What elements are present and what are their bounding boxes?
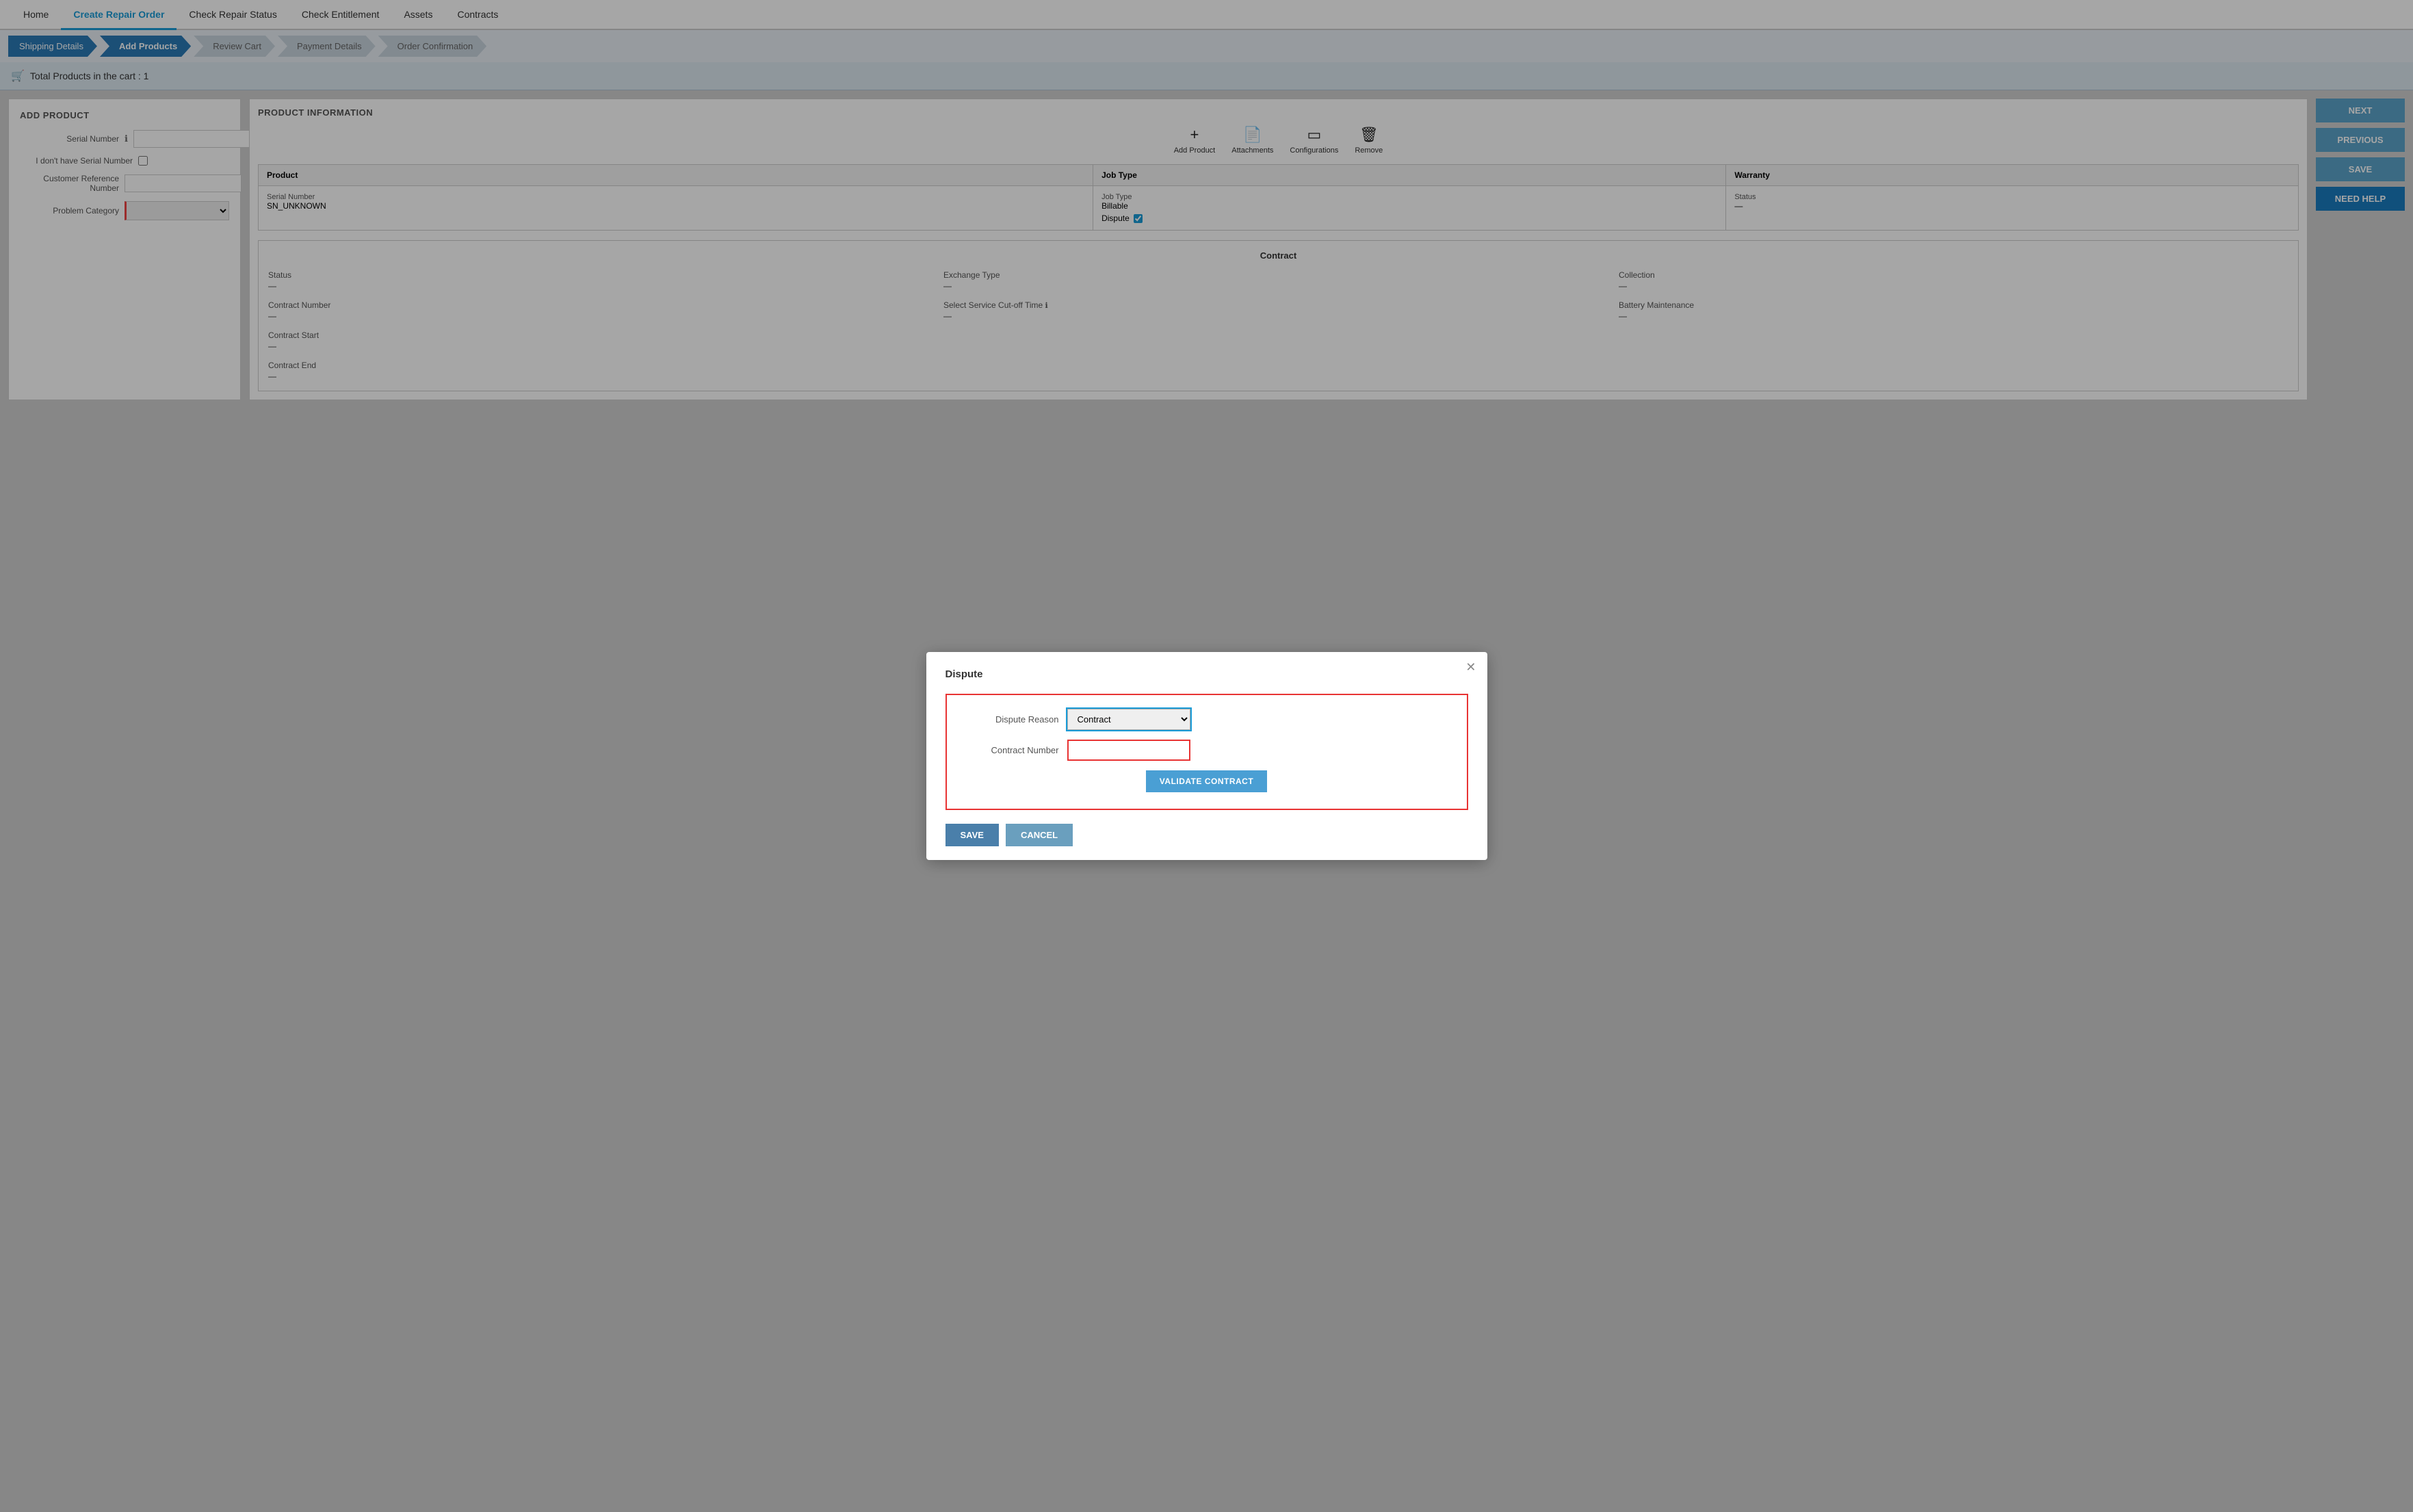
dispute-reason-label: Dispute Reason — [963, 714, 1059, 725]
modal-cancel-button[interactable]: CANCEL — [1006, 824, 1073, 846]
contract-number-modal-input[interactable] — [1067, 740, 1190, 761]
modal-save-button[interactable]: SAVE — [945, 824, 999, 846]
modal-title: Dispute — [945, 668, 1468, 680]
validate-contract-button[interactable]: VALIDATE CONTRACT — [1146, 770, 1267, 792]
contract-number-row: Contract Number — [963, 740, 1450, 761]
dispute-reason-row: Dispute Reason Contract Warranty Other — [963, 709, 1450, 730]
contract-number-modal-label: Contract Number — [963, 745, 1059, 755]
modal-body: Dispute Reason Contract Warranty Other C… — [945, 694, 1468, 810]
dispute-modal: Dispute ✕ Dispute Reason Contract Warran… — [926, 652, 1487, 860]
modal-footer: SAVE CANCEL — [945, 824, 1468, 846]
modal-overlay: Dispute ✕ Dispute Reason Contract Warran… — [0, 0, 2413, 1512]
modal-close-button[interactable]: ✕ — [1465, 660, 1476, 675]
dispute-reason-select[interactable]: Contract Warranty Other — [1067, 709, 1190, 730]
